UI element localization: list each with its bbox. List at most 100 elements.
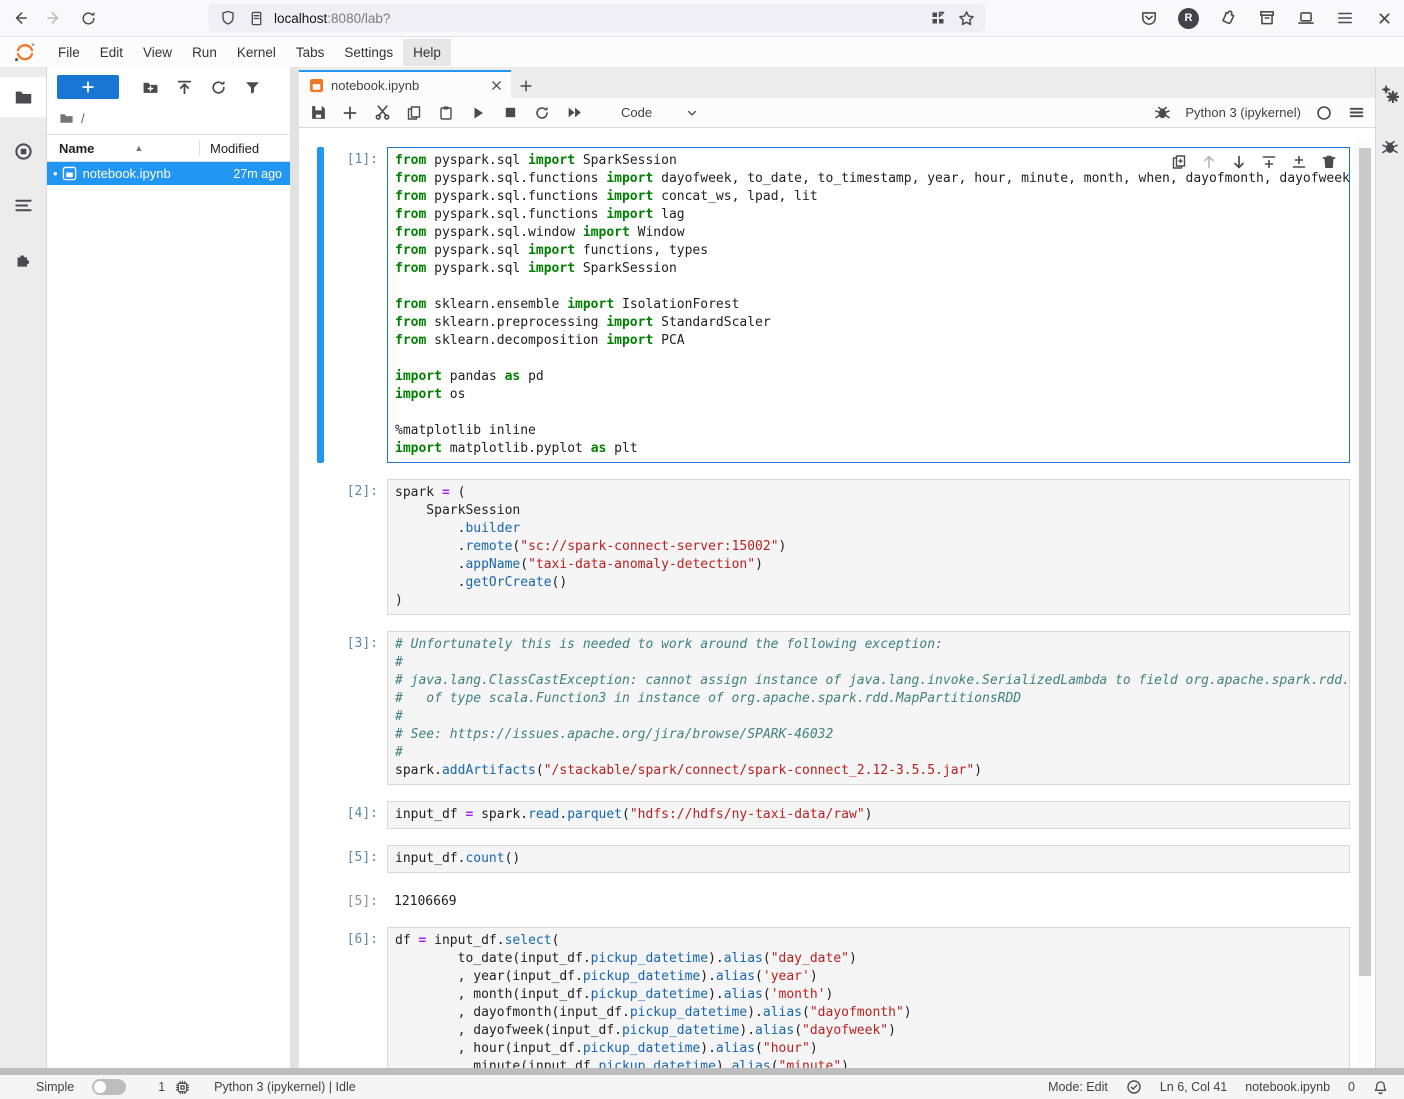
column-name[interactable]: Name ▲ — [59, 141, 199, 156]
stop-button[interactable] — [501, 104, 519, 122]
toolbar-menu-icon[interactable] — [1347, 104, 1365, 122]
cut-cells-button[interactable] — [373, 104, 391, 122]
menu-file[interactable]: File — [48, 39, 90, 66]
cell-collapser[interactable] — [317, 147, 324, 463]
simple-mode-label: Simple — [36, 1080, 74, 1094]
kernel-status-text[interactable]: Python 3 (ipykernel) | Idle — [214, 1080, 356, 1094]
file-browser-tab[interactable] — [0, 77, 46, 117]
profile-avatar[interactable]: R — [1178, 8, 1199, 29]
cell-editor[interactable]: input_df = spark.read.parquet("hdfs://hd… — [387, 801, 1350, 829]
breadcrumb[interactable]: / — [47, 105, 290, 134]
cell-editor[interactable]: df = input_df.select( to_date(input_df.p… — [387, 927, 1350, 1068]
screenshot-grid-icon[interactable] — [928, 8, 948, 28]
restart-run-all-button[interactable] — [565, 104, 583, 122]
dock-bottom-edge — [0, 1068, 1404, 1075]
new-tab-button[interactable] — [511, 74, 541, 98]
menu-edit[interactable]: Edit — [90, 39, 133, 66]
pocket-icon[interactable] — [1139, 8, 1159, 28]
kernel-status-icon[interactable] — [1315, 104, 1333, 122]
bell-icon[interactable] — [1373, 1080, 1388, 1095]
forward-icon[interactable] — [44, 8, 64, 28]
code-cell: [2]:spark = ( SparkSession .builder .rem… — [299, 479, 1375, 615]
restart-kernel-button[interactable] — [533, 104, 551, 122]
devices-icon[interactable] — [1296, 8, 1316, 28]
table-of-contents-tab[interactable] — [0, 185, 46, 225]
breadcrumb-root[interactable]: / — [81, 111, 85, 126]
cell-collapser[interactable] — [317, 631, 324, 785]
move-cell-up-icon[interactable] — [1200, 153, 1217, 170]
menu-kernel[interactable]: Kernel — [227, 39, 286, 66]
cell-collapser[interactable] — [317, 845, 324, 873]
run-button[interactable] — [469, 104, 487, 122]
menu-run[interactable]: Run — [182, 39, 227, 66]
menu-tabs[interactable]: Tabs — [286, 39, 335, 66]
menu-settings[interactable]: Settings — [334, 39, 403, 66]
cell-collapser[interactable] — [317, 889, 324, 911]
kernel-count[interactable]: 1 — [158, 1080, 165, 1094]
notebook-toolbar: Code Python 3 (ipykernel) — [299, 98, 1375, 128]
notebook-cells: [1]:from pyspark.sql import SparkSession… — [299, 128, 1375, 1068]
tab-close-icon[interactable] — [490, 79, 503, 92]
cell-editor[interactable]: # Unfortunately this is needed to work a… — [387, 631, 1350, 785]
cell-editor[interactable]: from pyspark.sql import SparkSessionfrom… — [387, 147, 1350, 463]
property-inspector-tab[interactable] — [1381, 85, 1400, 104]
menu-view[interactable]: View — [133, 39, 182, 66]
copy-cells-button[interactable] — [405, 104, 423, 122]
cell-collapser[interactable] — [317, 801, 324, 829]
code-cell: [6]:df = input_df.select( to_date(input_… — [299, 927, 1375, 1068]
cell-editor[interactable]: input_df.count() — [387, 845, 1350, 873]
running-kernels-tab[interactable] — [0, 131, 46, 171]
url-host: localhost — [274, 11, 327, 26]
archive-icon[interactable] — [1257, 8, 1277, 28]
kernel-name[interactable]: Python 3 (ipykernel) — [1185, 105, 1301, 120]
input-prompt: [5]: — [332, 845, 387, 873]
refresh-icon[interactable] — [210, 79, 227, 96]
file-name: notebook.ipynb — [83, 166, 234, 181]
delete-cell-icon[interactable] — [1320, 153, 1337, 170]
add-cell-button[interactable] — [341, 104, 359, 122]
dock-area: / Name ▲ Modified • notebook.ipynb 27m a… — [0, 67, 1404, 1068]
extension-manager-tab[interactable] — [0, 239, 46, 279]
scrollbar-thumb[interactable] — [1359, 148, 1371, 976]
panel-splitter[interactable] — [290, 67, 299, 1068]
filter-icon[interactable] — [244, 79, 261, 96]
tracking-shield-icon[interactable] — [218, 8, 238, 28]
notebook-tab[interactable]: notebook.ipynb — [299, 70, 511, 98]
dock-tabbar: notebook.ipynb — [299, 70, 1375, 98]
url-bar[interactable]: localhost:8080/lab? — [208, 4, 986, 32]
new-launcher-button[interactable] — [57, 75, 119, 99]
cell-editor[interactable]: spark = ( SparkSession .builder .remote(… — [387, 479, 1350, 615]
file-row-notebook[interactable]: • notebook.ipynb 27m ago — [47, 162, 290, 185]
debugger-icon[interactable] — [1153, 104, 1171, 122]
cell-type-dropdown[interactable]: Code — [615, 103, 704, 122]
reload-icon[interactable] — [78, 8, 98, 28]
notebook-tab-icon — [309, 78, 324, 93]
upload-icon[interactable] — [176, 79, 193, 96]
cell-collapser[interactable] — [317, 927, 324, 1068]
page-info-icon[interactable] — [246, 8, 266, 28]
column-modified[interactable]: Modified — [210, 141, 282, 156]
cursor-position[interactable]: Ln 6, Col 41 — [1160, 1080, 1227, 1094]
bookmark-star-icon[interactable] — [956, 8, 976, 28]
move-cell-down-icon[interactable] — [1230, 153, 1247, 170]
menu-help[interactable]: Help — [403, 39, 451, 66]
extensions-icon[interactable] — [1218, 8, 1238, 28]
insert-cell-above-icon[interactable] — [1260, 153, 1277, 170]
mode-indicator[interactable]: Mode: Edit — [1048, 1080, 1108, 1094]
debugger-sidebar-tab[interactable] — [1381, 138, 1399, 156]
menu-icon[interactable] — [1335, 8, 1355, 28]
notebook-scrollbar[interactable] — [1358, 140, 1372, 1064]
back-icon[interactable] — [10, 8, 30, 28]
duplicate-cell-icon[interactable] — [1170, 153, 1187, 170]
paste-cells-button[interactable] — [437, 104, 455, 122]
chevron-down-icon — [686, 107, 698, 119]
save-button[interactable] — [309, 104, 327, 122]
input-prompt: [1]: — [332, 147, 387, 463]
insert-cell-below-icon[interactable] — [1290, 153, 1307, 170]
simple-mode-toggle[interactable] — [92, 1079, 126, 1095]
new-folder-icon[interactable] — [142, 79, 159, 96]
close-window-icon[interactable] — [1374, 8, 1394, 28]
kernel-chip-icon[interactable] — [175, 1080, 190, 1095]
cell-collapser[interactable] — [317, 479, 324, 615]
notification-count[interactable]: 0 — [1348, 1080, 1355, 1094]
